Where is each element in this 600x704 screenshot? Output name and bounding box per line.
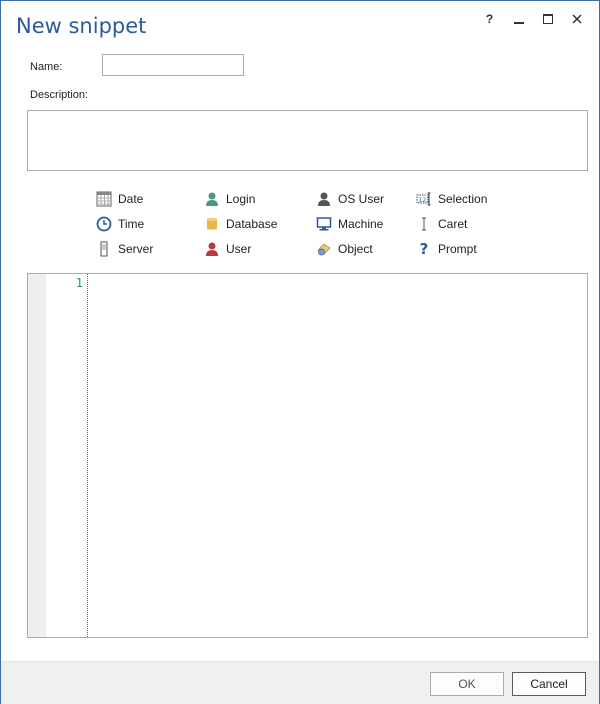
minimize-icon — [513, 22, 524, 24]
login-user-icon — [204, 191, 220, 207]
dialog-footer: OK Cancel — [1, 661, 599, 704]
variable-database[interactable]: Database — [204, 213, 277, 235]
variable-label: Machine — [338, 217, 384, 231]
variable-label: Selection — [438, 192, 488, 206]
variable-login[interactable]: Login — [204, 188, 255, 210]
variable-machine[interactable]: Machine — [316, 213, 383, 235]
svg-text:123: 123 — [419, 197, 431, 204]
variable-caret[interactable]: Caret — [416, 213, 467, 235]
variable-label: Object — [338, 242, 373, 256]
clock-icon — [96, 216, 112, 232]
selection-icon: 123 — [416, 191, 432, 207]
new-snippet-dialog: New snippet ? Name: Description: Date Lo… — [0, 0, 600, 704]
description-textarea[interactable] — [27, 110, 588, 171]
variable-label: Server — [118, 242, 154, 256]
variable-prompt[interactable]: ? Prompt — [416, 238, 477, 260]
minimize-button[interactable] — [504, 9, 533, 29]
variable-label: Database — [226, 217, 278, 231]
object-icon — [316, 241, 332, 257]
variable-label: Login — [226, 192, 256, 206]
os-user-icon — [316, 191, 332, 207]
window-controls: ? — [475, 9, 591, 29]
code-text-area[interactable] — [89, 274, 587, 637]
calendar-icon — [96, 191, 112, 207]
name-input[interactable] — [102, 54, 244, 76]
variable-os-user[interactable]: OS User — [316, 188, 384, 210]
maximize-button[interactable] — [533, 9, 562, 29]
maximize-icon — [542, 14, 553, 24]
line-number: 1 — [75, 276, 83, 290]
variable-time[interactable]: Time — [96, 213, 144, 235]
code-editor[interactable]: 1 — [27, 273, 588, 638]
ok-button[interactable]: OK — [430, 672, 504, 696]
help-icon: ? — [485, 12, 494, 26]
variable-label: Caret — [438, 217, 468, 231]
close-button[interactable] — [562, 9, 591, 29]
variable-object[interactable]: Object — [316, 238, 373, 260]
cancel-button[interactable]: Cancel — [512, 672, 586, 696]
variable-date[interactable]: Date — [96, 188, 143, 210]
question-icon: ? — [419, 240, 429, 258]
variable-label: Prompt — [438, 242, 477, 256]
monitor-icon — [316, 216, 332, 232]
variable-selection[interactable]: 123 Selection — [416, 188, 487, 210]
variable-label: Date — [118, 192, 144, 206]
editor-margin — [28, 274, 46, 637]
variable-user[interactable]: User — [204, 238, 251, 260]
variable-label: Time — [118, 217, 145, 231]
close-icon — [571, 14, 582, 24]
description-label: Description: — [30, 89, 89, 101]
caret-icon — [416, 216, 432, 232]
name-label: Name: — [30, 61, 63, 73]
server-icon — [96, 241, 112, 257]
user-icon — [204, 241, 220, 257]
dialog-title: New snippet — [16, 14, 147, 38]
variable-label: OS User — [338, 192, 385, 206]
variable-server[interactable]: Server — [96, 238, 153, 260]
help-button[interactable]: ? — [475, 9, 504, 29]
variable-label: User — [226, 242, 252, 256]
database-icon — [204, 216, 220, 232]
line-number-gutter: 1 — [46, 274, 88, 637]
